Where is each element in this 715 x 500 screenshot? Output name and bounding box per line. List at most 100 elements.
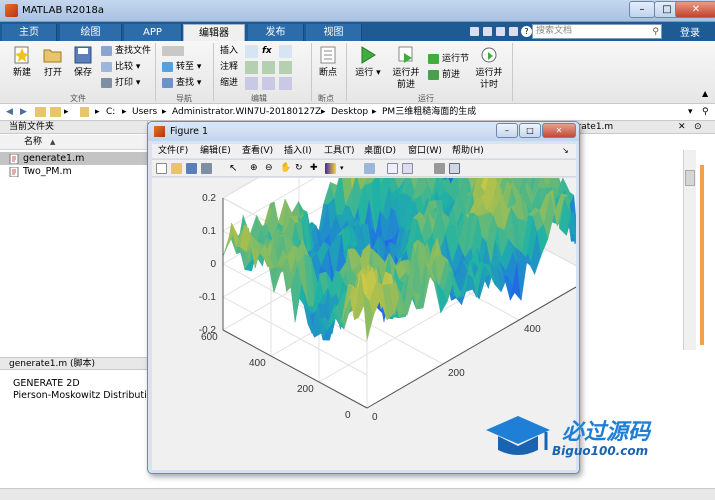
back-arrow-icon[interactable]: ◀ — [6, 104, 13, 120]
new-button[interactable]: 新建 — [7, 45, 37, 79]
redo-icon[interactable] — [496, 27, 505, 36]
goto-button[interactable]: 转至 ▾ — [162, 61, 201, 74]
group-separator — [311, 43, 312, 101]
file-list-header[interactable]: 名称 ▲ — [0, 135, 147, 150]
find-files-button[interactable]: 查找文件 — [101, 45, 151, 58]
data-cursor-icon[interactable]: ✚ — [310, 163, 321, 174]
help-icon[interactable]: ? — [521, 26, 532, 37]
save-button[interactable]: 保存 — [68, 45, 98, 79]
zoom-in-icon[interactable]: ⊕ — [250, 163, 261, 174]
brush-icon[interactable] — [325, 163, 336, 174]
increase-indent-icon[interactable] — [262, 77, 275, 90]
group-separator — [346, 43, 347, 101]
path-search-icon[interactable]: ⚲ — [702, 104, 709, 120]
close-panel-icon[interactable]: ✕ — [678, 121, 686, 134]
colorbar-icon[interactable] — [387, 163, 398, 174]
insert-section-icon[interactable] — [245, 45, 258, 58]
insert-button[interactable]: 插入 — [220, 45, 238, 58]
login-link[interactable]: 登录 — [680, 24, 700, 39]
run-section-button[interactable]: 运行节 — [428, 53, 469, 66]
menu-tools[interactable]: 工具(T) — [324, 144, 355, 158]
menu-help[interactable]: 帮助(H) — [452, 144, 484, 158]
hide-plot-tools-icon[interactable] — [434, 163, 445, 174]
comment-off-icon[interactable] — [262, 61, 275, 74]
search-input[interactable]: 搜索文档 ⚲ — [532, 24, 662, 39]
legend-icon[interactable] — [402, 163, 413, 174]
brush-dropdown-icon[interactable]: ▾ — [340, 163, 351, 174]
copy-icon[interactable] — [509, 27, 518, 36]
figure-minimize-button[interactable]: – — [496, 123, 518, 138]
open-file-icon[interactable] — [171, 163, 182, 174]
edit-plot-icon[interactable]: ↖ — [229, 163, 240, 174]
close-button[interactable]: ✕ — [675, 1, 715, 18]
run-button[interactable]: 运行 ▾ — [352, 45, 384, 79]
search-icon[interactable]: ⚲ — [652, 26, 659, 39]
wrap-comments-icon[interactable] — [279, 61, 292, 74]
menu-edit[interactable]: 编辑(E) — [200, 144, 231, 158]
scrollbar-thumb[interactable] — [685, 170, 695, 186]
undo-icon[interactable] — [483, 27, 492, 36]
print-button[interactable]: 打印 ▾ — [101, 77, 140, 90]
indent-button[interactable]: 缩进 — [220, 77, 238, 90]
menu-insert[interactable]: 插入(I) — [284, 144, 312, 158]
run-and-advance-button[interactable]: 运行并前进 — [388, 45, 424, 91]
zoom-out-icon[interactable]: ⊖ — [265, 163, 276, 174]
panel-menu-icon[interactable]: ⊙ — [694, 121, 702, 134]
minimize-button[interactable]: – — [629, 1, 655, 18]
tab-editor[interactable]: 编辑器 — [183, 24, 245, 41]
breakpoints-button[interactable]: 断点 — [314, 45, 342, 79]
nav-arrows[interactable] — [162, 45, 187, 58]
insert-function-icon[interactable] — [279, 45, 292, 58]
fx-button[interactable]: fx — [262, 45, 272, 58]
address-bar[interactable]: ◀ ▶ ▸ ▸ C: ▸ Users ▸ Administrator.WIN7U… — [0, 104, 715, 121]
menu-dock-icon[interactable]: ↘ — [562, 144, 569, 158]
menu-view[interactable]: 查看(V) — [242, 144, 273, 158]
column-name[interactable]: 名称 — [24, 135, 42, 150]
editor-scrollbar[interactable] — [683, 150, 696, 350]
tab-view[interactable]: 视图 — [306, 24, 362, 41]
path-dropdown-icon[interactable]: ▸ — [64, 104, 69, 120]
collapse-ribbon-icon[interactable]: ▲ — [702, 89, 708, 98]
link-plot-icon[interactable] — [364, 163, 375, 174]
rotate-3d-icon[interactable]: ↻ — [295, 163, 306, 174]
file-list-item[interactable]: generate1.m — [0, 152, 147, 165]
menu-desktop[interactable]: 桌面(D) — [364, 144, 396, 158]
open-button[interactable]: 打开 — [38, 45, 68, 79]
save-icon — [74, 46, 92, 64]
sort-ascending-icon[interactable]: ▲ — [50, 135, 55, 150]
file-list-item[interactable]: Two_PM.m — [0, 165, 147, 178]
figure-close-button[interactable]: ✕ — [542, 123, 576, 138]
show-plot-tools-icon[interactable] — [449, 163, 460, 174]
decrease-indent-icon[interactable] — [279, 77, 292, 90]
path-segment[interactable]: Administrator.WIN7U-20180127Z — [172, 104, 321, 120]
save-quick-icon[interactable] — [470, 27, 479, 36]
comment-button[interactable]: 注释 — [220, 61, 238, 74]
path-segment[interactable]: Users — [132, 104, 157, 120]
save-figure-icon[interactable] — [186, 163, 197, 174]
path-segment[interactable]: PM三维粗糙海面的生成 — [382, 104, 476, 120]
menu-file[interactable]: 文件(F) — [158, 144, 188, 158]
print-figure-icon[interactable] — [201, 163, 212, 174]
figure-titlebar[interactable]: Figure 1 – □ ✕ — [148, 122, 579, 141]
path-segment[interactable]: Desktop — [331, 104, 368, 120]
up-folder-icon[interactable] — [35, 107, 46, 117]
tab-apps[interactable]: APP — [124, 24, 182, 41]
current-folder-panel: 当前文件夹 名称 ▲ generate1.m Two_PM.m — [0, 121, 148, 499]
find-button[interactable]: 查找 ▾ — [162, 77, 201, 90]
advance-button[interactable]: 前进 — [428, 69, 460, 82]
tab-plots[interactable]: 绘图 — [60, 24, 122, 41]
comment-on-icon[interactable] — [245, 61, 258, 74]
browse-folder-icon[interactable] — [50, 107, 61, 117]
new-figure-icon[interactable] — [156, 163, 167, 174]
compare-button[interactable]: 比较 ▾ — [101, 61, 140, 74]
tab-home[interactable]: 主页 — [2, 24, 57, 41]
tab-publish[interactable]: 发布 — [248, 24, 304, 41]
path-history-dropdown-icon[interactable]: ▾ — [688, 104, 693, 120]
menu-window[interactable]: 窗口(W) — [408, 144, 442, 158]
forward-arrow-icon[interactable]: ▶ — [20, 104, 27, 120]
figure-maximize-button[interactable]: □ — [519, 123, 541, 138]
run-and-time-button[interactable]: 运行并计时 — [472, 45, 506, 91]
smart-indent-icon[interactable] — [245, 77, 258, 90]
pan-icon[interactable]: ✋ — [280, 163, 291, 174]
path-segment[interactable]: C: — [106, 104, 115, 120]
